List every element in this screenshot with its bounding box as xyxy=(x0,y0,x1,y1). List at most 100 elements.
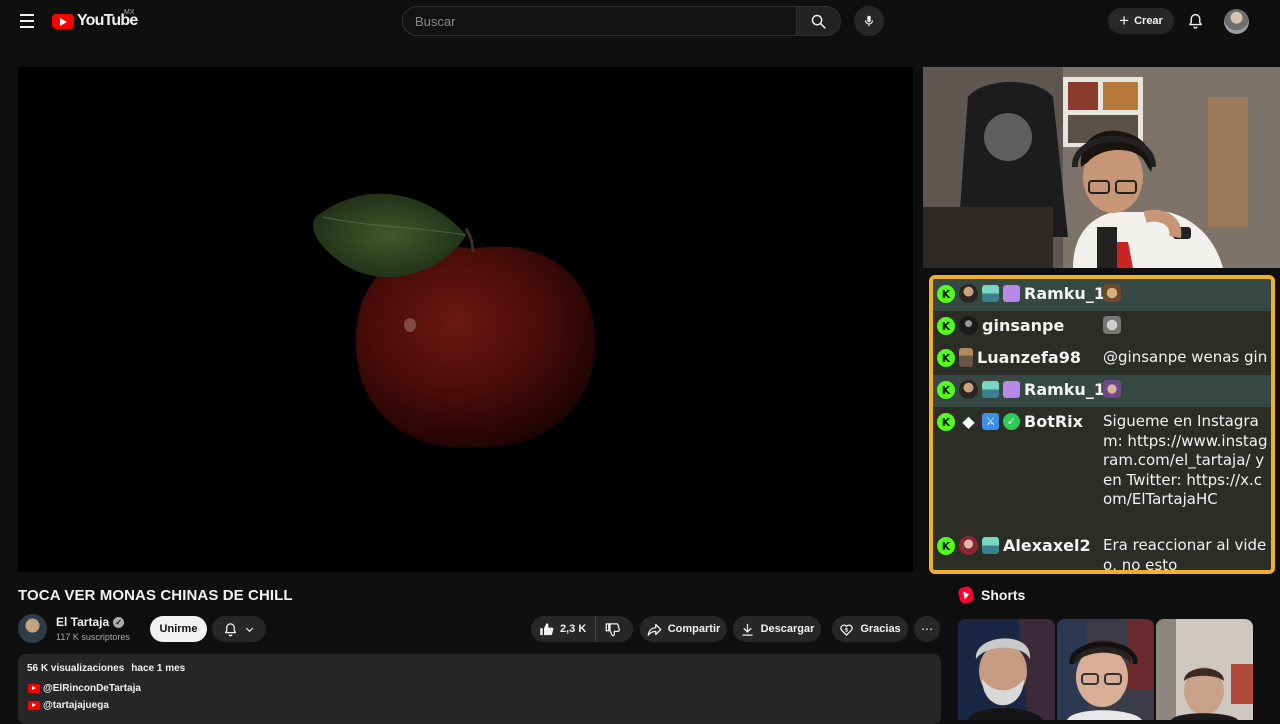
user-avatar xyxy=(959,380,978,399)
top-bar: YouTube MX + Crear xyxy=(0,0,1280,42)
chat-message: K Ramku_1 xyxy=(933,375,1271,407)
emote-icon xyxy=(1103,380,1121,398)
short-thumbnail[interactable] xyxy=(958,619,1055,720)
short-thumbnail[interactable] xyxy=(1156,619,1253,720)
voice-search-button[interactable] xyxy=(854,6,884,36)
chat-username: BotRix xyxy=(1024,412,1083,431)
verified-bot-icon: ✓ xyxy=(1003,413,1020,430)
bot-icon: ◆ xyxy=(962,412,975,431)
channel-name-text: El Tartaja xyxy=(56,615,110,629)
streamer-webcam xyxy=(923,67,1280,268)
subscription-notifications-button[interactable] xyxy=(212,616,266,642)
channel-avatar[interactable] xyxy=(18,614,47,643)
emote-icon xyxy=(1103,316,1121,334)
shorts-icon xyxy=(957,585,975,605)
gift-badge-icon xyxy=(1003,285,1020,302)
chat-user-badges: K Ramku_1 xyxy=(933,375,1105,407)
verified-icon: ✓ xyxy=(113,616,125,628)
bell-icon xyxy=(1188,13,1202,29)
chat-username: Ramku_1 xyxy=(1024,380,1105,399)
thanks-button[interactable]: $ Gracias xyxy=(832,616,908,642)
subscriber-count: 117 K suscriptores xyxy=(56,632,130,642)
like-count: 2,3 K xyxy=(560,623,587,635)
search-bar xyxy=(402,6,844,36)
description-box[interactable]: 56 K visualizaciones hace 1 mes @ElRinco… xyxy=(18,654,941,724)
chat-user-badges: K ginsanpe xyxy=(933,311,1103,343)
user-avatar xyxy=(959,316,978,335)
description-channel-link[interactable]: @ElRinconDeTartaja xyxy=(28,683,141,694)
more-icon[interactable]: ⋯ xyxy=(914,616,940,642)
create-button[interactable]: + Crear xyxy=(1108,8,1174,34)
short-thumbnail-image xyxy=(1156,619,1253,720)
user-avatar xyxy=(959,284,978,303)
description-channel-link[interactable]: @tartajajuega xyxy=(28,700,109,711)
mic-icon xyxy=(864,15,874,27)
thanks-label: Gracias xyxy=(860,623,901,635)
share-button[interactable]: Compartir xyxy=(640,616,727,642)
logo-country-code: MX xyxy=(124,9,135,16)
chat-user-badges: K Ramku_1 xyxy=(933,279,1105,311)
short-thumbnail-image xyxy=(958,619,1055,720)
kick-badge-icon: K xyxy=(937,317,955,335)
chevron-down-icon xyxy=(245,627,254,632)
account-avatar[interactable] xyxy=(1224,9,1249,34)
chat-username: Alexaxel2 xyxy=(1003,536,1091,555)
youtube-play-icon xyxy=(52,13,74,29)
video-title: TOCA VER MONAS CHINAS DE CHILL xyxy=(18,587,293,604)
kick-badge-icon: K xyxy=(937,285,955,303)
chat-user-badges: K Alexaxel2 xyxy=(933,531,1103,570)
chat-username: Ramku_1 xyxy=(1024,284,1105,303)
plus-icon: + xyxy=(1119,10,1130,30)
view-count: 56 K visualizaciones xyxy=(27,663,125,674)
thumbs-up-icon xyxy=(540,622,554,635)
search-button[interactable] xyxy=(797,6,841,36)
join-button[interactable]: Unirme xyxy=(150,616,207,642)
channel-name[interactable]: El Tartaja ✓ xyxy=(56,615,125,629)
short-thumbnail[interactable] xyxy=(1057,619,1154,720)
menu-icon[interactable] xyxy=(14,8,40,34)
shorts-header: Shorts xyxy=(957,585,1026,605)
kick-badge-icon: K xyxy=(937,349,955,367)
chat-message: K ginsanpe xyxy=(933,311,1271,343)
youtube-icon xyxy=(28,701,40,710)
description-meta: 56 K visualizaciones hace 1 mes xyxy=(27,663,185,674)
kick-badge-icon: K xyxy=(937,537,955,555)
search-input[interactable] xyxy=(402,6,797,36)
chat-username: Luanzefa98 xyxy=(977,348,1081,367)
download-label: Descargar xyxy=(760,623,815,635)
chat-text: @ginsanpe wenas gin xyxy=(1103,348,1268,366)
thanks-icon: $ xyxy=(840,624,854,636)
video-player[interactable] xyxy=(18,67,913,572)
chat-text xyxy=(1103,279,1271,311)
chat-message: K Ramku_1 xyxy=(933,279,1271,311)
upload-date: hace 1 mes xyxy=(131,663,186,674)
chat-user-badges: K ◆ ⚔ ✓ BotRix xyxy=(933,407,1103,531)
link-text: @tartajajuega xyxy=(43,700,109,711)
like-button[interactable]: 2,3 K xyxy=(539,616,597,642)
moderator-sword-icon: ⚔ xyxy=(982,413,999,430)
webcam-image xyxy=(923,67,1280,268)
chat-user-badges: K Luanzefa98 xyxy=(933,343,1103,375)
kick-badge-icon: K xyxy=(937,413,955,431)
download-button[interactable]: Descargar xyxy=(733,616,821,642)
bell-icon xyxy=(224,622,237,636)
og-badge-icon xyxy=(982,381,999,398)
chat-message: K Luanzefa98 @ginsanpe wenas gin xyxy=(933,343,1271,375)
share-icon xyxy=(647,623,662,636)
live-chat-overlay: K Ramku_1 K ginsanpe K Luanzefa98 @ginsa… xyxy=(929,275,1275,574)
share-label: Compartir xyxy=(667,623,721,635)
video-frame-apple xyxy=(312,193,596,448)
create-label: Crear xyxy=(1134,15,1163,27)
kick-badge-icon: K xyxy=(937,381,955,399)
gift-badge-icon xyxy=(1003,381,1020,398)
dislike-button[interactable] xyxy=(596,616,621,642)
youtube-icon xyxy=(28,684,40,693)
chat-username: ginsanpe xyxy=(982,316,1065,335)
link-text: @ElRinconDeTartaja xyxy=(43,683,141,694)
chat-text xyxy=(1103,311,1271,343)
chat-text: Sigueme en Instagram: https://www.instag… xyxy=(1103,412,1268,508)
og-badge-icon xyxy=(982,537,999,554)
og-badge-icon xyxy=(982,285,999,302)
notifications-button[interactable] xyxy=(1182,8,1208,34)
shorts-title: Shorts xyxy=(981,587,1026,603)
